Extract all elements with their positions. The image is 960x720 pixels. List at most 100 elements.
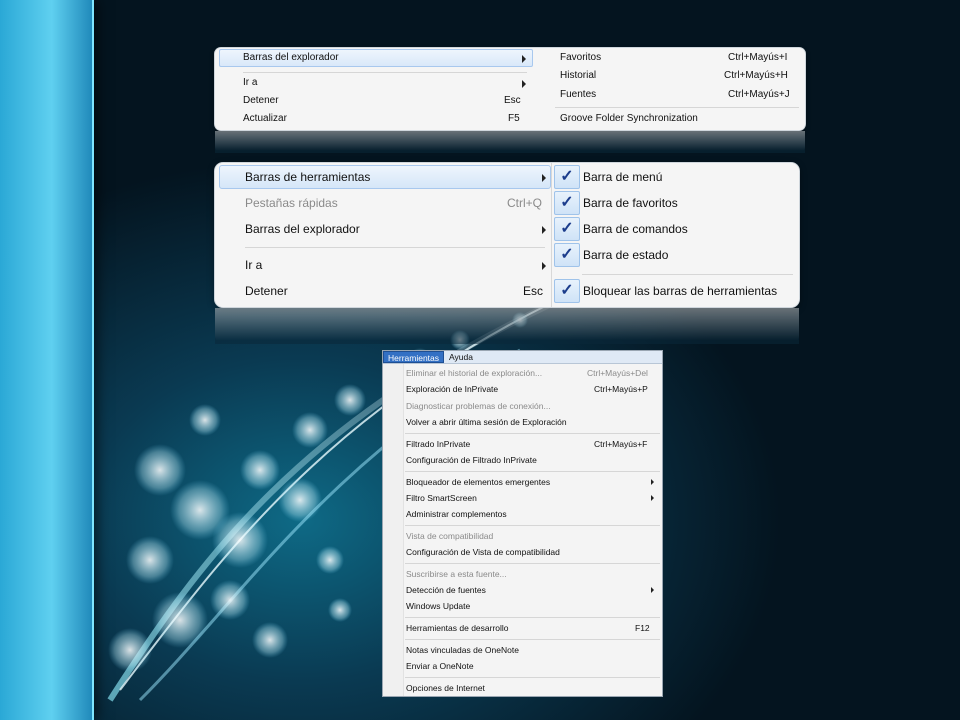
- menubar-item-ayuda[interactable]: Ayuda: [445, 351, 477, 363]
- menu-item-ir-a[interactable]: Ir a: [215, 77, 533, 91]
- menu-item-label: Groove Folder Synchronization: [560, 113, 698, 124]
- menu-item-shortcut: Ctrl+Mayús+H: [724, 70, 788, 81]
- submenu-arrow-icon: [542, 174, 546, 182]
- menu-item-windows-update[interactable]: Windows Update: [383, 601, 662, 613]
- menu-item-barras-del-explorador[interactable]: Barras del explorador: [215, 222, 551, 238]
- menu-item-label: Barra de menú: [583, 170, 663, 184]
- menu-item-deteccion-fuentes[interactable]: Detección de fuentes: [383, 585, 662, 597]
- toolbars-menu-panel: Barras de herramientas Pestañas rápidas …: [215, 163, 799, 307]
- submenu-arrow-icon: [651, 587, 654, 593]
- menu-item-label: Barras de herramientas: [245, 170, 371, 184]
- submenu-arrow-icon: [542, 262, 546, 270]
- submenu-item-historial[interactable]: Historial Ctrl+Mayús+H: [533, 70, 805, 84]
- menu-item-administrar-complementos[interactable]: Administrar complementos: [383, 509, 662, 521]
- menu-item-config-filtrado[interactable]: Configuración de Filtrado InPrivate: [383, 455, 662, 467]
- submenu-arrow-icon: [542, 226, 546, 234]
- menu-item-enviar-onenote[interactable]: Enviar a OneNote: [383, 661, 662, 673]
- menu-item-exploracion-inprivate[interactable]: Exploración de InPrivate Ctrl+Mayús+P: [383, 384, 662, 396]
- checkmark-icon: ✓: [554, 243, 580, 267]
- menu-item-label: Suscribirse a esta fuente...: [406, 569, 507, 579]
- menu-item-eliminar-historial[interactable]: Eliminar el historial de exploración... …: [383, 368, 662, 380]
- menu-item-filtrado-inprivate[interactable]: Filtrado InPrivate Ctrl+Mayús+F: [383, 439, 662, 451]
- menu-item-actualizar[interactable]: Actualizar F5: [215, 113, 533, 127]
- menu-separator: [405, 525, 660, 526]
- menu-item-label: Administrar complementos: [406, 509, 507, 519]
- toolbar-option-barra-de-estado[interactable]: ✓ Barra de estado: [552, 243, 799, 267]
- menu-item-opciones-internet[interactable]: Opciones de Internet: [383, 683, 662, 695]
- menu-item-config-vista-compatibilidad[interactable]: Configuración de Vista de compatibilidad: [383, 547, 662, 559]
- menu-item-label: Filtro SmartScreen: [406, 493, 477, 503]
- menu-item-label: Vista de compatibilidad: [406, 531, 494, 541]
- menu-item-label: Detener: [245, 284, 288, 298]
- checkmark-icon: ✓: [554, 165, 580, 189]
- menu-item-detener[interactable]: Detener Esc: [215, 284, 551, 300]
- tools-menu-dropdown: Eliminar el historial de exploración... …: [383, 364, 662, 696]
- menu-item-label: Bloqueador de elementos emergentes: [406, 477, 551, 487]
- menu-item-label: Diagnosticar problemas de conexión...: [406, 401, 551, 411]
- menu-item-label: Notas vinculadas de OneNote: [406, 645, 519, 655]
- submenu-item-favoritos[interactable]: Favoritos Ctrl+Mayús+I: [533, 52, 805, 66]
- menu-item-label: Barra de comandos: [583, 222, 688, 236]
- menu-item-notas-onenote[interactable]: Notas vinculadas de OneNote: [383, 645, 662, 657]
- submenu-item-fuentes[interactable]: Fuentes Ctrl+Mayús+J: [533, 89, 805, 103]
- menu-separator: [405, 617, 660, 618]
- menu-item-shortcut: Esc: [504, 95, 521, 106]
- menu-item-label: Actualizar: [243, 113, 287, 124]
- menu-item-shortcut: Ctrl+Mayús+P: [594, 384, 648, 394]
- menu-item-label: Historial: [560, 70, 597, 81]
- menu-separator: [555, 107, 799, 108]
- menu-item-pestanas-rapidas[interactable]: Pestañas rápidas Ctrl+Q: [215, 196, 551, 212]
- menu-item-bloqueador-emergentes[interactable]: Bloqueador de elementos emergentes: [383, 477, 662, 489]
- menu-bar: Herramientas Ayuda: [383, 351, 662, 364]
- tools-menu-window: Herramientas Ayuda Eliminar el historial…: [382, 350, 663, 697]
- menu-item-detener[interactable]: Detener Esc: [215, 95, 533, 109]
- checkmark-icon: ✓: [554, 217, 580, 241]
- menu-item-volver-abrir-sesion[interactable]: Volver a abrir última sesión de Explorac…: [383, 417, 662, 429]
- menu-item-shortcut: Ctrl+Mayús+F: [594, 439, 648, 449]
- menu-item-shortcut: Ctrl+Mayús+Del: [587, 368, 648, 378]
- menu-separator: [405, 433, 660, 434]
- toolbar-option-barra-de-menu[interactable]: ✓ Barra de menú: [552, 165, 799, 189]
- menu-item-label: Bloquear las barras de herramientas: [583, 284, 778, 298]
- menu-separator: [582, 274, 793, 275]
- menu-item-label: Herramientas de desarrollo: [406, 623, 509, 633]
- menu-item-barras-de-herramientas[interactable]: Barras de herramientas: [215, 170, 551, 186]
- panel2-reflection: [215, 308, 799, 344]
- menu-item-label: Exploración de InPrivate: [406, 384, 499, 394]
- menu-item-label: Favoritos: [560, 52, 602, 63]
- menu-item-label: Filtrado InPrivate: [406, 439, 471, 449]
- toolbar-option-bloquear-barras[interactable]: ✓ Bloquear las barras de herramientas: [552, 279, 799, 303]
- toolbar-option-barra-de-favoritos[interactable]: ✓ Barra de favoritos: [552, 191, 799, 215]
- menu-item-label: Enviar a OneNote: [406, 661, 474, 671]
- menubar-item-herramientas[interactable]: Herramientas: [383, 351, 445, 363]
- menu-separator: [405, 471, 660, 472]
- menu-item-shortcut: Esc: [523, 284, 544, 298]
- menu-item-suscribirse-fuente[interactable]: Suscribirse a esta fuente...: [383, 569, 662, 581]
- toolbar-option-barra-de-comandos[interactable]: ✓ Barra de comandos: [552, 217, 799, 241]
- menu-item-label: Volver a abrir última sesión de Explorac…: [406, 417, 567, 427]
- menu-item-label: Barras del explorador: [243, 52, 339, 63]
- menu-separator: [405, 677, 660, 678]
- menu-item-label: Pestañas rápidas: [245, 196, 338, 210]
- menu-item-diagnosticar-problemas[interactable]: Diagnosticar problemas de conexión...: [383, 401, 662, 413]
- checkmark-icon: ✓: [554, 279, 580, 303]
- toolbars-submenu: ✓ Barra de menú ✓ Barra de favoritos ✓ B…: [552, 163, 799, 307]
- explorer-bars-submenu: Favoritos Ctrl+Mayús+I Historial Ctrl+Ma…: [533, 48, 805, 130]
- left-accent-bar: [0, 0, 94, 720]
- menu-separator: [405, 639, 660, 640]
- menu-item-label: Windows Update: [406, 601, 471, 611]
- menu-separator: [405, 563, 660, 564]
- menu-item-label: Ir a: [245, 258, 263, 272]
- menu-item-vista-compatibilidad[interactable]: Vista de compatibilidad: [383, 531, 662, 543]
- menu-item-barras-del-explorador[interactable]: Barras del explorador: [215, 52, 533, 66]
- menu-item-label: Configuración de Vista de compatibilidad: [406, 547, 560, 557]
- menu-item-ir-a[interactable]: Ir a: [215, 258, 551, 274]
- menu-item-label: Fuentes: [560, 89, 597, 100]
- submenu-item-groove-folder-sync[interactable]: Groove Folder Synchronization: [533, 113, 805, 127]
- menu-item-label: Detección de fuentes: [406, 585, 486, 595]
- menu-item-filtro-smartscreen[interactable]: Filtro SmartScreen: [383, 493, 662, 505]
- view-menu-list-large: Barras de herramientas Pestañas rápidas …: [215, 163, 552, 307]
- menu-item-herramientas-desarrollo[interactable]: Herramientas de desarrollo F12: [383, 623, 662, 635]
- checkmark-icon: ✓: [554, 191, 580, 215]
- menu-item-shortcut: Ctrl+Q: [507, 196, 543, 210]
